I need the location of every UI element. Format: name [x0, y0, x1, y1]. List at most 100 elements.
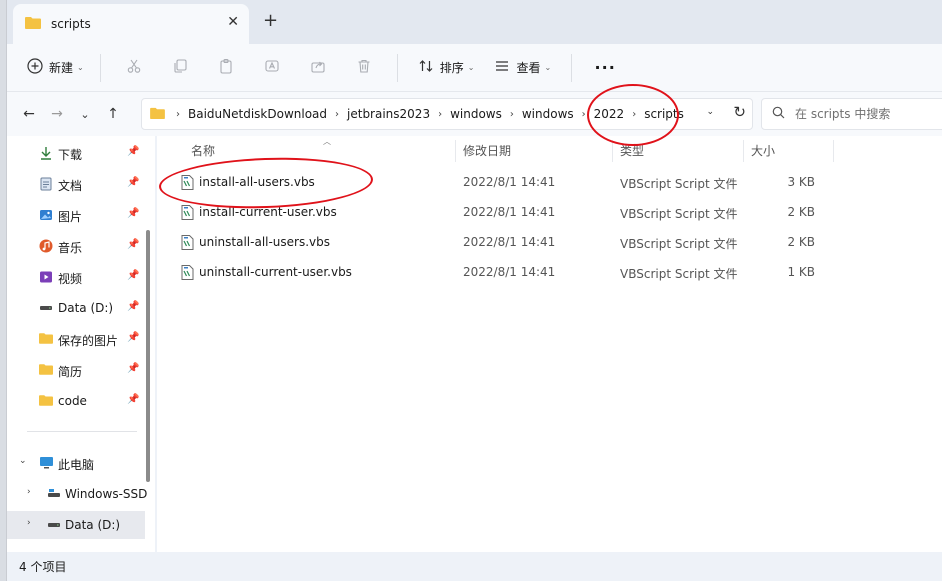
breadcrumb-baidunetdiskdownload[interactable]: BaiduNetdiskDownload [185, 107, 330, 121]
chevron-right-icon[interactable]: › [627, 109, 641, 120]
column-header-type[interactable]: 类型 [620, 142, 644, 159]
delete-button[interactable] [341, 52, 387, 84]
file-date: 2022/8/1 14:41 [463, 175, 556, 189]
search-box[interactable] [761, 98, 942, 130]
pin-icon[interactable]: 📌 [127, 363, 139, 374]
address-bar[interactable]: › BaiduNetdiskDownload › jetbrains2023 ›… [141, 98, 753, 130]
file-date: 2022/8/1 14:41 [463, 265, 556, 279]
breadcrumb-jetbrains2023[interactable]: jetbrains2023 [344, 107, 433, 121]
computer-icon [39, 456, 54, 473]
nav-item-pictures[interactable]: 图片 📌 [7, 201, 145, 229]
file-type: VBScript Script 文件 [620, 177, 738, 191]
pin-icon[interactable]: 📌 [127, 177, 139, 188]
folder-icon [39, 394, 53, 409]
drive-icon [47, 518, 61, 535]
chevron-down-icon: ⌄ [77, 63, 84, 72]
scissors-icon [126, 58, 142, 77]
pin-icon[interactable]: 📌 [127, 394, 139, 405]
nav-item-data-drive[interactable]: Data (D:) 📌 [7, 294, 145, 322]
more-options-button[interactable]: ··· [582, 52, 628, 84]
share-icon [310, 58, 326, 77]
view-button[interactable]: 查看 ⌄ [484, 52, 561, 84]
column-header-name[interactable]: 名称 [191, 142, 215, 159]
up-arrow-icon[interactable]: ↑ [99, 100, 127, 128]
pin-icon[interactable]: 📌 [127, 270, 139, 281]
rename-button[interactable] [249, 52, 295, 84]
file-name: install-current-user.vbs [199, 205, 337, 219]
column-divider[interactable] [833, 140, 834, 162]
folder-icon [39, 363, 53, 378]
drive-icon [39, 301, 53, 318]
column-divider[interactable] [612, 140, 613, 162]
file-row[interactable]: install-current-user.vbs 2022/8/1 14:41 … [177, 198, 837, 226]
nav-item-label: 图片 [58, 210, 83, 224]
chevron-right-icon[interactable]: › [27, 487, 31, 497]
navigation-scrollbar[interactable] [146, 230, 150, 482]
nav-item-music[interactable]: 音乐 📌 [7, 232, 145, 260]
sort-button-label: 排序 [439, 61, 464, 75]
back-arrow-icon[interactable]: ← [15, 100, 43, 128]
sort-icon [418, 58, 434, 77]
close-tab-icon[interactable]: ✕ [227, 14, 239, 30]
pin-icon[interactable]: 📌 [127, 239, 139, 250]
breadcrumb-windows-2[interactable]: windows [519, 107, 577, 121]
navigation-pane: 下载 📌 文档 📌 图片 📌 音乐 📌 视频 📌 Data (D:) 📌 保存的… [7, 136, 155, 552]
clipboard-icon [218, 58, 234, 77]
column-header-size[interactable]: 大小 [751, 142, 775, 159]
sort-button[interactable]: 排序 ⌄ [408, 52, 485, 84]
paste-button[interactable] [203, 52, 249, 84]
chevron-down-icon[interactable]: ⌄ [19, 456, 27, 466]
pin-icon[interactable]: 📌 [127, 208, 139, 219]
view-list-icon [494, 58, 510, 77]
document-icon [39, 177, 53, 194]
nav-item-saved-pictures[interactable]: 保存的图片 📌 [7, 325, 145, 353]
breadcrumb-2022[interactable]: 2022 [591, 107, 628, 121]
copy-button[interactable] [157, 52, 203, 84]
chevron-right-icon[interactable]: › [505, 109, 519, 120]
chevron-right-icon[interactable]: › [27, 518, 31, 528]
pin-icon[interactable]: 📌 [127, 301, 139, 312]
more-icon: ··· [594, 58, 616, 77]
file-list-pane: ︿ 名称 修改日期 类型 大小 install-all-users.vbs 20… [157, 136, 942, 552]
nav-item-videos[interactable]: 视频 📌 [7, 263, 145, 291]
file-row[interactable]: uninstall-current-user.vbs 2022/8/1 14:4… [177, 258, 837, 286]
chevron-right-icon[interactable]: › [330, 109, 344, 120]
tab-strip: scripts ✕ + [7, 0, 942, 44]
status-bar: 4 个项目 [7, 552, 942, 581]
pin-icon[interactable]: 📌 [127, 146, 139, 157]
column-divider[interactable] [743, 140, 744, 162]
cut-button[interactable] [111, 52, 157, 84]
folder-icon [25, 16, 41, 32]
new-button[interactable]: 新建 ⌄ [21, 52, 90, 84]
breadcrumb-windows[interactable]: windows [447, 107, 505, 121]
address-row: ← → ⌄ ↑ › BaiduNetdiskDownload › jetbrai… [7, 92, 942, 136]
nav-item-downloads[interactable]: 下载 📌 [7, 139, 145, 167]
share-button[interactable] [295, 52, 341, 84]
search-input[interactable] [795, 107, 942, 121]
file-size: 2 KB [787, 235, 815, 249]
chevron-right-icon[interactable]: › [577, 109, 591, 120]
recent-locations-icon[interactable]: ⌄ [71, 100, 99, 128]
tab-scripts[interactable]: scripts ✕ [13, 4, 249, 44]
pin-icon[interactable]: 📌 [127, 332, 139, 343]
nav-item-this-pc[interactable]: ⌄ 此电脑 [7, 449, 145, 477]
video-icon [39, 270, 53, 287]
column-header-date[interactable]: 修改日期 [463, 142, 511, 159]
tab-title: scripts [51, 17, 91, 31]
column-divider[interactable] [455, 140, 456, 162]
nav-item-documents[interactable]: 文档 📌 [7, 170, 145, 198]
file-row[interactable]: install-all-users.vbs 2022/8/1 14:41 VBS… [177, 168, 837, 196]
nav-item-resume[interactable]: 简历 📌 [7, 356, 145, 384]
forward-arrow-icon[interactable]: → [43, 100, 71, 128]
nav-item-windows-ssd[interactable]: › Windows-SSD [7, 480, 147, 508]
breadcrumb-scripts[interactable]: scripts [641, 107, 687, 121]
new-tab-icon[interactable]: + [263, 10, 278, 31]
nav-item-data-drive-pc[interactable]: › Data (D:) [7, 511, 145, 539]
chevron-right-icon[interactable]: › [171, 109, 185, 120]
file-type: VBScript Script 文件 [620, 207, 738, 221]
chevron-right-icon[interactable]: › [433, 109, 447, 120]
refresh-icon[interactable]: ↻ [733, 103, 746, 121]
file-row[interactable]: uninstall-all-users.vbs 2022/8/1 14:41 V… [177, 228, 837, 256]
address-dropdown-icon[interactable]: ⌄ [706, 107, 714, 117]
nav-item-code[interactable]: code 📌 [7, 387, 145, 415]
